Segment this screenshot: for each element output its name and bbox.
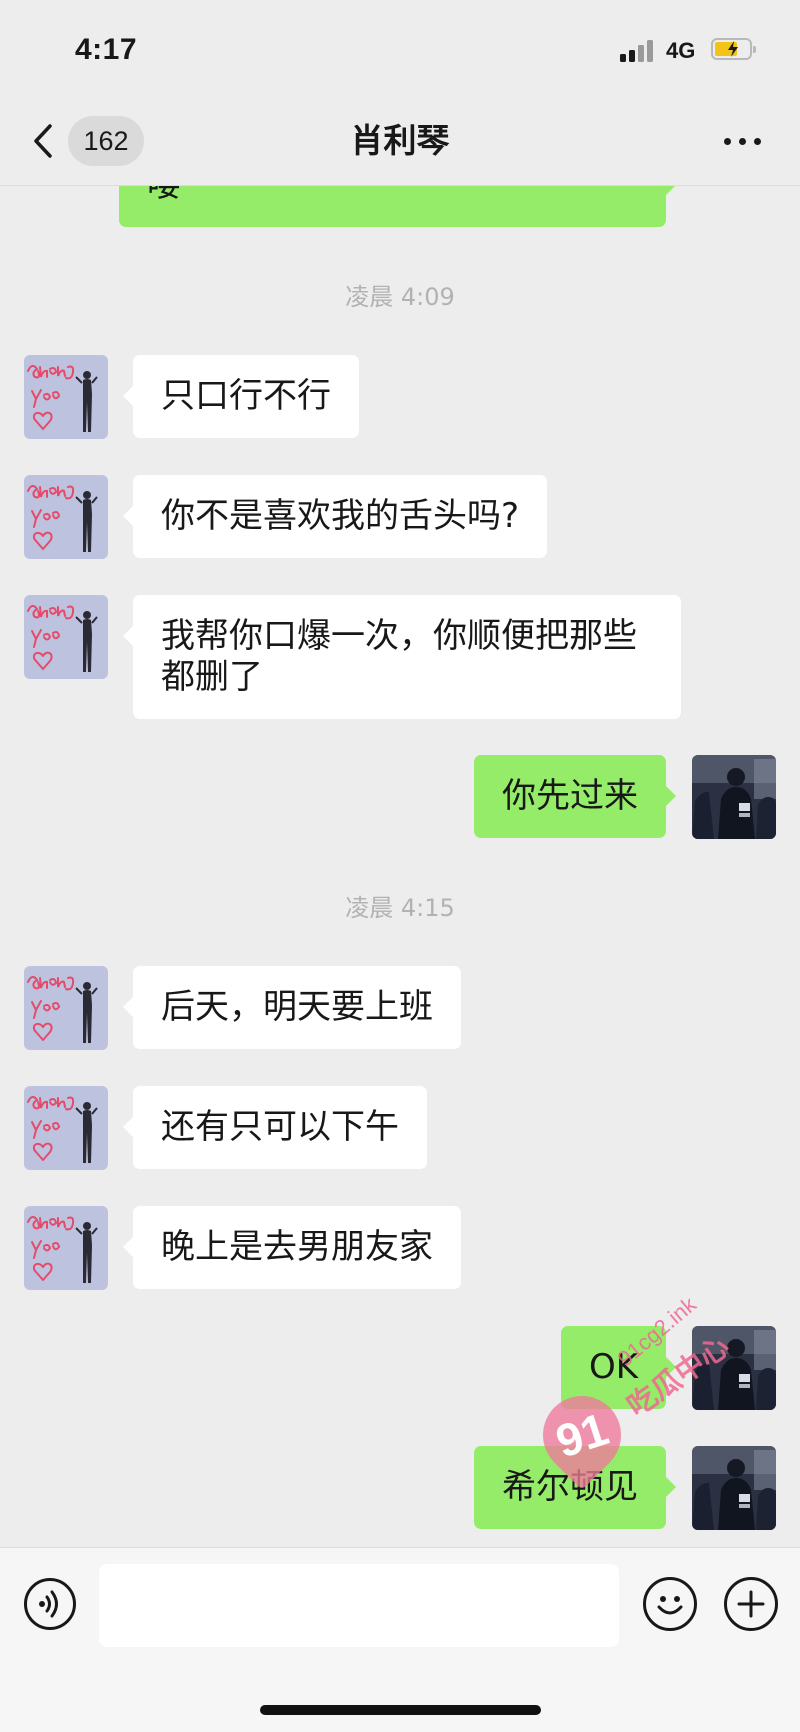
- unread-count-badge[interactable]: 162: [68, 116, 144, 166]
- message-row: 晚上是去男朋友家: [0, 1206, 800, 1290]
- page-title: 肖利琴: [350, 121, 450, 160]
- my-avatar[interactable]: [692, 755, 776, 839]
- emoji-icon: [657, 1596, 683, 1615]
- voice-icon: [39, 1590, 58, 1618]
- network-label: 4G: [666, 38, 696, 63]
- contact-avatar[interactable]: [24, 475, 108, 559]
- message-bubble-received[interactable]: 我帮你口爆一次，你顺便把那些都删了: [123, 595, 681, 719]
- message-bubble-sent[interactable]: OK: [560, 1326, 677, 1409]
- contact-avatar[interactable]: [24, 1206, 108, 1290]
- voice-button[interactable]: [24, 1578, 76, 1630]
- message-row: 只口行不行: [0, 355, 800, 439]
- message-input[interactable]: [99, 1564, 619, 1647]
- message-timestamp: 凌晨 4:15: [345, 894, 455, 922]
- plus-icon: [737, 1590, 765, 1618]
- message-bubble-received[interactable]: 后天，明天要上班: [123, 966, 461, 1049]
- chat-header: 162 肖利琴: [0, 96, 800, 186]
- more-actions-button[interactable]: [724, 1577, 778, 1631]
- contact-avatar[interactable]: [24, 355, 108, 439]
- home-indicator[interactable]: [260, 1705, 541, 1715]
- message-bubble-received[interactable]: 还有只可以下午: [123, 1086, 427, 1169]
- emoji-button[interactable]: [643, 1577, 697, 1631]
- message-row: OK: [0, 1326, 800, 1410]
- message-bubble-sent[interactable]: 希尔顿见: [474, 1446, 676, 1529]
- message-bubble-sent[interactable]: 喽: [119, 186, 676, 227]
- chevron-left-icon: [34, 124, 52, 158]
- contact-avatar[interactable]: [24, 1086, 108, 1170]
- contact-avatar[interactable]: [24, 966, 108, 1050]
- signal-icon: [620, 40, 654, 62]
- my-avatar[interactable]: [692, 1446, 776, 1530]
- message-bubble-sent[interactable]: 你先过来: [474, 755, 676, 838]
- message-row: 你不是喜欢我的舌头吗?: [0, 475, 800, 559]
- message-list[interactable]: 喽 凌晨 4:09 只口行不行 你不是喜欢我的舌头吗? 我帮你口爆一次，你顺便把…: [0, 186, 800, 1547]
- contact-avatar[interactable]: [24, 595, 108, 679]
- message-bubble-received[interactable]: 只口行不行: [123, 355, 359, 438]
- back-button[interactable]: [28, 118, 62, 164]
- status-time: 4:17: [75, 33, 138, 66]
- message-row: 还有只可以下午: [0, 1086, 800, 1170]
- my-avatar[interactable]: [692, 1326, 776, 1410]
- message-timestamp: 凌晨 4:09: [345, 283, 455, 311]
- message-bubble-received[interactable]: 晚上是去男朋友家: [123, 1206, 461, 1289]
- message-row: 我帮你口爆一次，你顺便把那些都删了: [0, 595, 800, 719]
- battery-charging-icon: [711, 38, 756, 60]
- message-row: 后天，明天要上班: [0, 966, 800, 1050]
- more-button[interactable]: [720, 126, 766, 156]
- message-row: 喽: [0, 186, 800, 228]
- message-bubble-received[interactable]: 你不是喜欢我的舌头吗?: [122, 475, 548, 558]
- message-row: 希尔顿见: [0, 1446, 800, 1530]
- status-bar: 4:17 4G: [0, 0, 800, 96]
- message-row: 你先过来: [0, 755, 800, 839]
